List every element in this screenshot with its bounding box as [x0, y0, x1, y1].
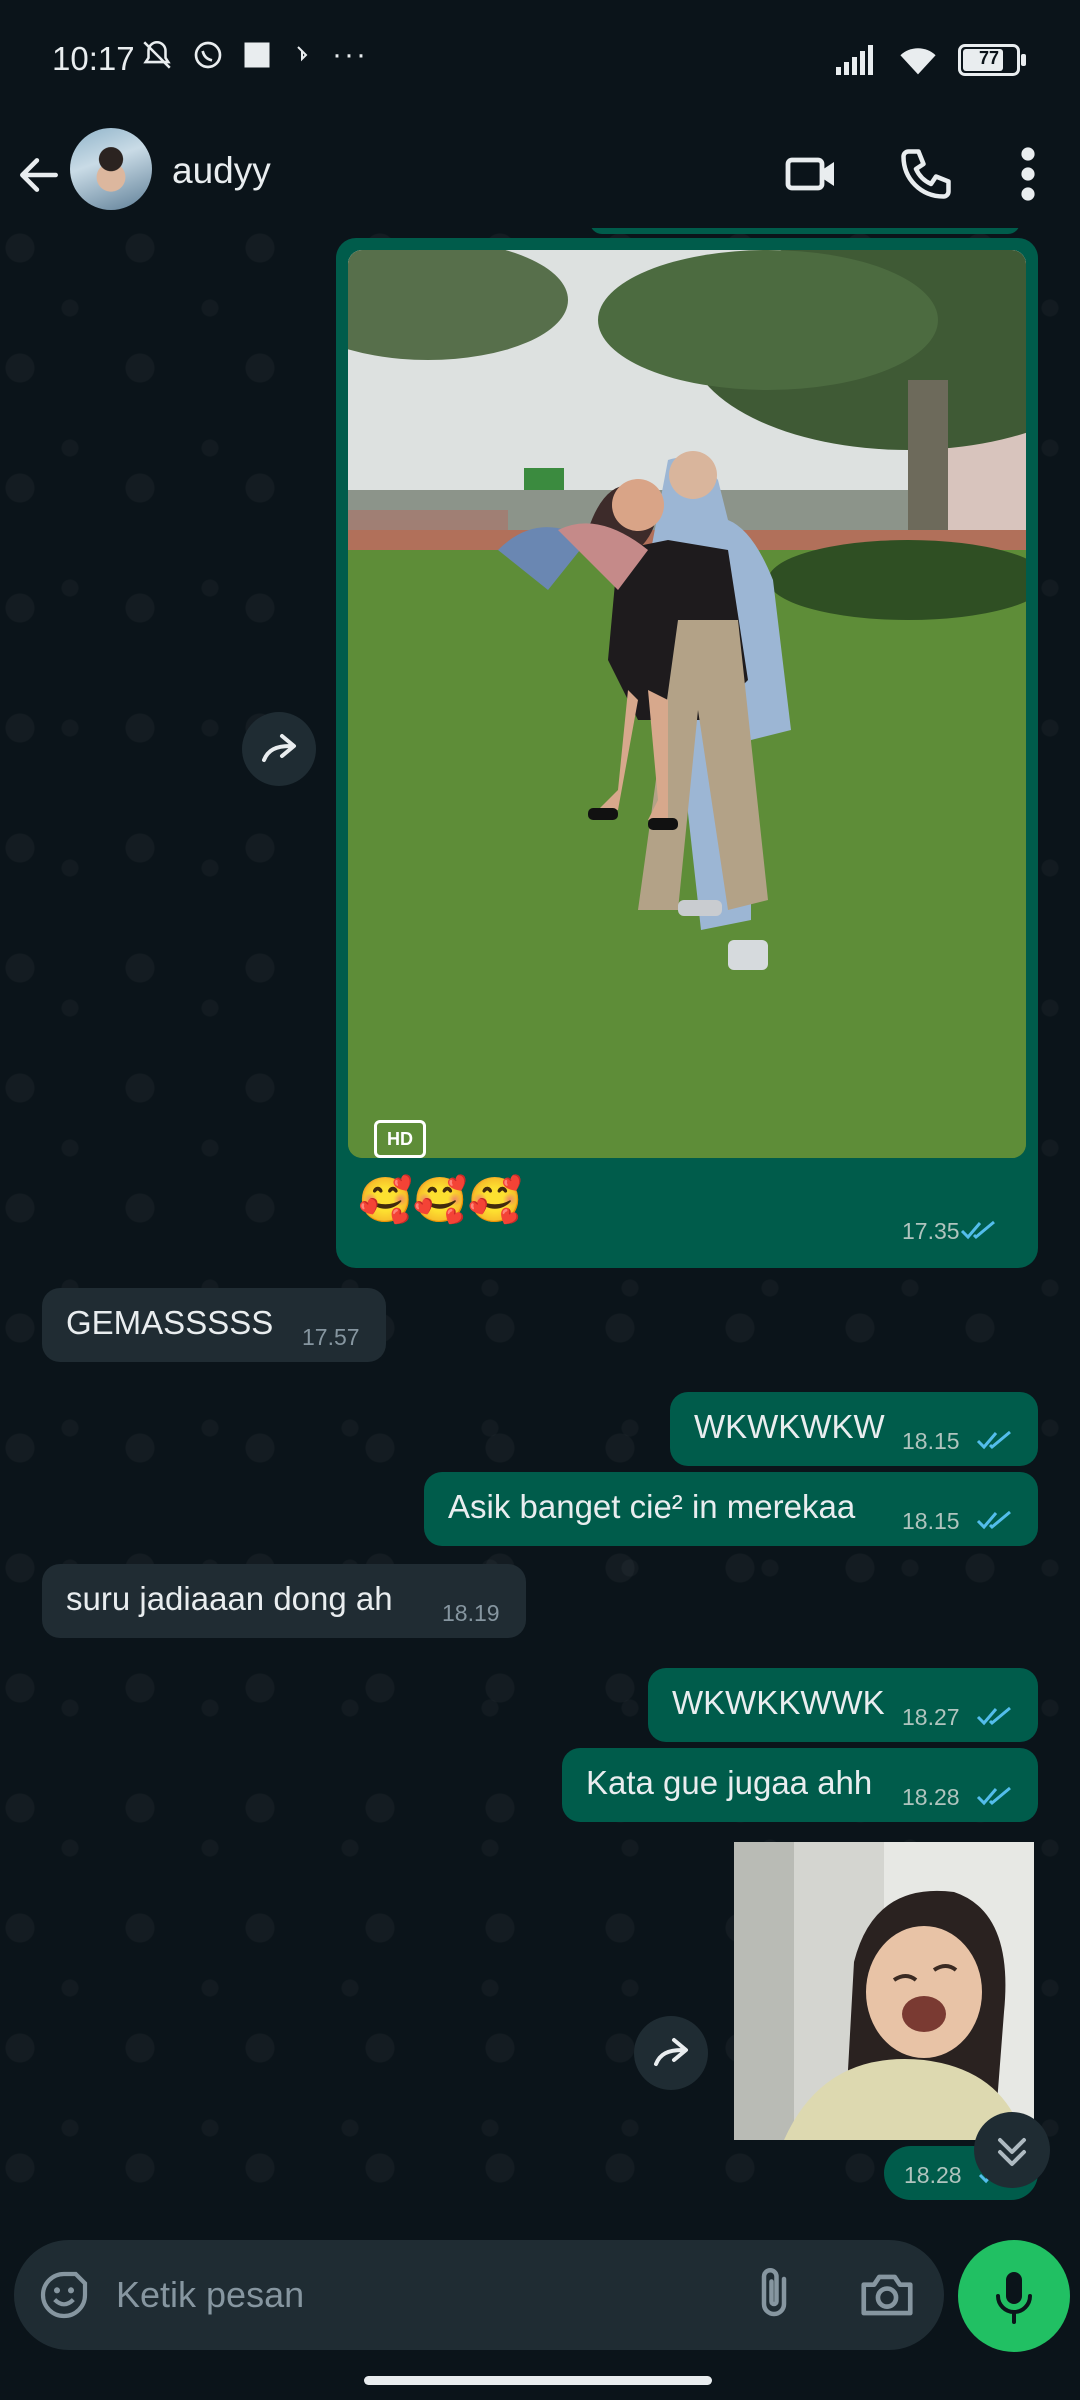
status-time: 10:17 — [52, 40, 135, 77]
hd-badge: HD — [374, 1120, 426, 1158]
nfc-icon — [297, 46, 308, 62]
double-check-icon — [976, 1510, 1011, 1530]
double-check-icon — [960, 1220, 995, 1240]
wifi-icon — [900, 48, 936, 75]
status-system-icons: 77 — [836, 44, 1026, 76]
more-options-icon[interactable] — [1008, 144, 1048, 204]
sticker-message[interactable] — [734, 1842, 1034, 2140]
double-check-icon — [976, 1430, 1011, 1450]
message-time: 18.28 — [902, 1784, 960, 1810]
message-text: Asik banget cie² in merekaa — [448, 1488, 856, 1525]
previous-message-edge — [590, 228, 1020, 234]
more-notifications-icon: ··· — [332, 38, 368, 71]
message-bubble-incoming[interactable]: suru jadiaaan dong ah 18.19 — [42, 1564, 526, 1638]
battery-level: 77 — [978, 48, 1000, 68]
message-photo[interactable]: HD — [348, 250, 1026, 1158]
forward-icon — [654, 2038, 688, 2066]
back-arrow-icon[interactable] — [14, 150, 64, 200]
forward-button[interactable] — [634, 2016, 708, 2090]
forward-button[interactable] — [242, 712, 316, 786]
message-input[interactable]: Ketik pesan — [116, 2274, 304, 2316]
message-bubble-incoming[interactable]: GEMASSSSS 17.57 — [42, 1288, 386, 1362]
double-check-icon — [976, 1786, 1011, 1806]
message-bubble-outgoing[interactable]: Asik banget cie² in merekaa 18.15 — [424, 1472, 1038, 1546]
message-time: 18.27 — [902, 1704, 960, 1730]
message-time: 18.28 — [904, 2162, 962, 2188]
message-time: 17.35 — [902, 1218, 960, 1244]
camera-icon[interactable] — [856, 2264, 918, 2326]
video-call-icon[interactable] — [784, 146, 840, 202]
message-composer: Ketik pesan — [14, 2240, 944, 2350]
message-text: GEMASSSSS — [66, 1304, 274, 1341]
double-check-icon — [976, 1706, 1011, 1726]
status-notification-icons: ··· — [140, 38, 368, 72]
message-bubble-image[interactable]: HD 🥰🥰🥰 17.35 — [336, 238, 1038, 1268]
message-bubble-outgoing[interactable]: Kata gue jugaa ahh 18.28 — [562, 1748, 1038, 1822]
contact-name[interactable]: audyy — [172, 150, 271, 192]
navigation-bar — [0, 2360, 1080, 2400]
scroll-down-icon — [998, 2138, 1026, 2166]
battery-indicator: 77 — [958, 44, 1026, 76]
message-time: 18.15 — [902, 1508, 960, 1534]
mic-icon — [996, 2272, 1032, 2324]
message-time: 18.15 — [902, 1428, 960, 1454]
notification-square-icon — [244, 42, 270, 68]
chat-header: audyy — [0, 120, 1080, 229]
message-text: Kata gue jugaa ahh — [586, 1764, 873, 1801]
muted-bell-icon — [143, 40, 171, 69]
status-bar: 10:17 ··· 77 — [0, 0, 1080, 120]
mic-button[interactable] — [958, 2240, 1070, 2352]
message-bubble-outgoing[interactable]: WKWKWKW 18.15 — [670, 1392, 1038, 1466]
home-gesture-handle[interactable] — [364, 2376, 712, 2385]
message-time: 17.57 — [302, 1324, 360, 1350]
message-text: WKWKKWWK — [672, 1684, 885, 1721]
forward-icon — [262, 734, 296, 762]
sticker-image — [734, 1842, 1034, 2140]
message-caption: 🥰🥰🥰 — [358, 1176, 523, 1225]
scroll-down-button[interactable] — [974, 2112, 1050, 2188]
message-time: 18.19 — [442, 1600, 500, 1626]
voice-call-icon[interactable] — [896, 144, 956, 204]
message-list[interactable]: HD 🥰🥰🥰 17.35 GEMASSSSS 17.57 WKWKWKW 18.… — [0, 228, 1080, 2238]
whatsapp-icon — [194, 41, 222, 69]
photo-scene — [348, 250, 1026, 1158]
avatar[interactable] — [70, 128, 152, 210]
message-bubble-outgoing[interactable]: WKWKKWWK 18.27 — [648, 1668, 1038, 1742]
emoji-icon[interactable] — [36, 2267, 92, 2323]
message-text: WKWKWKW — [694, 1408, 885, 1445]
signal-icon — [836, 45, 873, 75]
attach-icon[interactable] — [744, 2264, 804, 2324]
message-text: suru jadiaaan dong ah — [66, 1580, 393, 1617]
